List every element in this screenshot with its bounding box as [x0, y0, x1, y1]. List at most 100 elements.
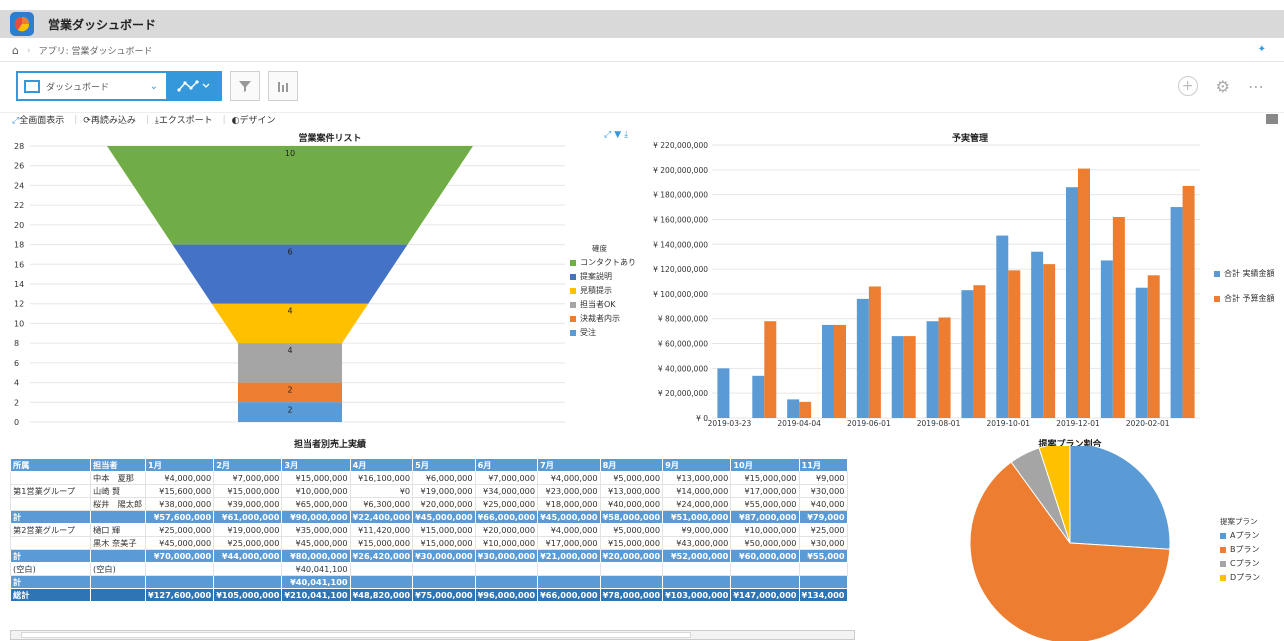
budget-bar[interactable]	[996, 235, 1009, 418]
budget-bar[interactable]	[1170, 207, 1183, 418]
export-label: エクスポート	[158, 116, 213, 126]
column-header[interactable]: 11月	[798, 458, 848, 472]
budget-bar[interactable]	[891, 336, 904, 418]
group-cell	[10, 536, 91, 550]
column-header[interactable]: 9月	[662, 458, 732, 472]
legend-item[interactable]: 決裁者内示	[570, 313, 636, 324]
fullscreen-label: 全画面表示	[19, 116, 65, 126]
table-cell: ¥15,000,000	[349, 536, 414, 550]
legend-item[interactable]: Dプラン	[1220, 572, 1260, 583]
expand-icon[interactable]: ⤢	[604, 130, 614, 140]
home-icon[interactable]: ⌂	[12, 44, 19, 57]
legend-item[interactable]: 担当者OK	[570, 299, 636, 310]
column-header[interactable]: 5月	[412, 458, 476, 472]
column-header[interactable]: 6月	[474, 458, 539, 472]
budget-bar[interactable]	[1031, 251, 1044, 418]
legend-item[interactable]: 合計 実績金額	[1214, 268, 1275, 279]
fullscreen-button[interactable]: ⤢全画面表示	[12, 113, 64, 126]
legend-item[interactable]: Aプラン	[1220, 530, 1260, 541]
reload-button[interactable]: ⟳再読み込み	[83, 113, 136, 126]
table-cell: ¥20,000,000	[599, 549, 664, 563]
gear-icon[interactable]: ⚙	[1216, 77, 1230, 96]
pie-legend: 提案プラン Aプラン Bプラン Cプラン Dプラン	[1220, 516, 1260, 586]
add-record-button[interactable]: +	[1177, 76, 1198, 96]
graph-menu-button[interactable]	[166, 71, 222, 101]
funnel-stage[interactable]	[107, 146, 473, 245]
column-header[interactable]: 3月	[281, 458, 351, 472]
budget-bar[interactable]	[903, 336, 916, 418]
budget-bar[interactable]	[1147, 275, 1160, 418]
y-tick-label: ¥ 180,000,000	[653, 191, 708, 200]
chart-button[interactable]	[268, 71, 298, 101]
budget-bar[interactable]	[973, 285, 986, 418]
horizontal-scrollbar[interactable]	[10, 630, 855, 640]
column-header[interactable]: 担当者	[90, 458, 146, 472]
table-cell: ¥134,000	[798, 588, 848, 602]
filter-button[interactable]	[230, 71, 260, 101]
budget-bar[interactable]	[1066, 187, 1078, 418]
budget-bar[interactable]	[926, 321, 939, 418]
budget-bar[interactable]	[764, 321, 777, 418]
table-cell: ¥6,300,000	[349, 497, 414, 511]
table-cell: ¥39,000,000	[213, 497, 283, 511]
comment-icon[interactable]	[1266, 114, 1278, 124]
scrollbar-thumb[interactable]	[21, 632, 691, 638]
budget-bar[interactable]	[1100, 260, 1113, 418]
legend-item[interactable]: 合計 予算金額	[1214, 293, 1275, 304]
budget-bar[interactable]	[834, 324, 846, 418]
column-header[interactable]: 所属	[10, 458, 91, 472]
download-icon[interactable]: ⤓	[624, 130, 631, 140]
legend-item[interactable]: Bプラン	[1220, 544, 1260, 555]
table-cell: ¥40,041,100	[281, 562, 351, 576]
x-tick-label: 2019-03-23	[708, 419, 752, 428]
budget-bar[interactable]	[856, 298, 869, 418]
table-cell: ¥5,000,000	[599, 523, 664, 537]
funnel-chart: 28262422201816141210864201064422	[14, 142, 565, 427]
more-options-icon[interactable]: ⋯	[1248, 77, 1264, 96]
budget-bar[interactable]	[787, 399, 800, 418]
table-cell	[90, 588, 146, 602]
budget-bar[interactable]	[799, 401, 812, 418]
table-cell: ¥13,000,000	[599, 484, 664, 498]
column-header[interactable]: 2月	[213, 458, 283, 472]
budget-bar[interactable]	[961, 290, 974, 418]
table-cell: ¥55,000,000	[730, 497, 800, 511]
budget-bar[interactable]	[822, 324, 834, 418]
column-header[interactable]: 1月	[144, 458, 215, 472]
legend-item[interactable]: コンタクトあり	[570, 257, 636, 268]
export-button[interactable]: ⤓エクスポート	[155, 113, 213, 126]
y-tick-label: ¥ 100,000,000	[653, 290, 708, 299]
budget-bar[interactable]	[868, 286, 881, 418]
budget-bar[interactable]	[1112, 216, 1125, 418]
table-cell: ¥30,000	[798, 484, 848, 498]
budget-bar[interactable]	[1043, 264, 1056, 418]
budget-bar[interactable]	[1182, 185, 1195, 418]
column-header[interactable]: 7月	[537, 458, 601, 472]
breadcrumb-app[interactable]: アプリ: 営業ダッシュボード	[39, 44, 153, 57]
budget-bar[interactable]	[717, 368, 730, 418]
budget-bar[interactable]	[938, 317, 951, 418]
legend-item[interactable]: 提案説明	[570, 271, 636, 282]
column-header[interactable]: 8月	[599, 458, 664, 472]
legend-label: Cプラン	[1230, 559, 1260, 568]
budget-bar[interactable]	[1135, 287, 1148, 418]
pie-slice[interactable]	[1069, 446, 1171, 550]
budget-bar[interactable]	[1008, 270, 1021, 418]
table-cell: ¥18,000,000	[537, 497, 601, 511]
budget-legend: 合計 実績金額 合計 予算金額	[1214, 268, 1275, 318]
column-header[interactable]: 4月	[349, 458, 414, 472]
column-header[interactable]: 10月	[730, 458, 800, 472]
legend-item[interactable]: 受注	[570, 327, 636, 338]
budget-bar[interactable]	[1078, 168, 1090, 418]
pin-icon[interactable]: ✦	[1258, 44, 1266, 55]
y-tick-label: 2	[14, 398, 19, 407]
view-selector[interactable]: ダッシュボード ⌄	[16, 71, 166, 101]
legend-item[interactable]: 見積提示	[570, 285, 636, 296]
design-button[interactable]: ◐デザイン	[232, 113, 276, 126]
legend-item[interactable]: Cプラン	[1220, 558, 1260, 569]
filter-icon[interactable]: ▼	[614, 130, 624, 140]
table-cell: ¥9,000	[798, 471, 848, 485]
table-cell: ¥147,000,000	[730, 588, 800, 602]
y-tick-label: ¥ 0	[696, 414, 708, 423]
budget-bar[interactable]	[752, 375, 765, 418]
